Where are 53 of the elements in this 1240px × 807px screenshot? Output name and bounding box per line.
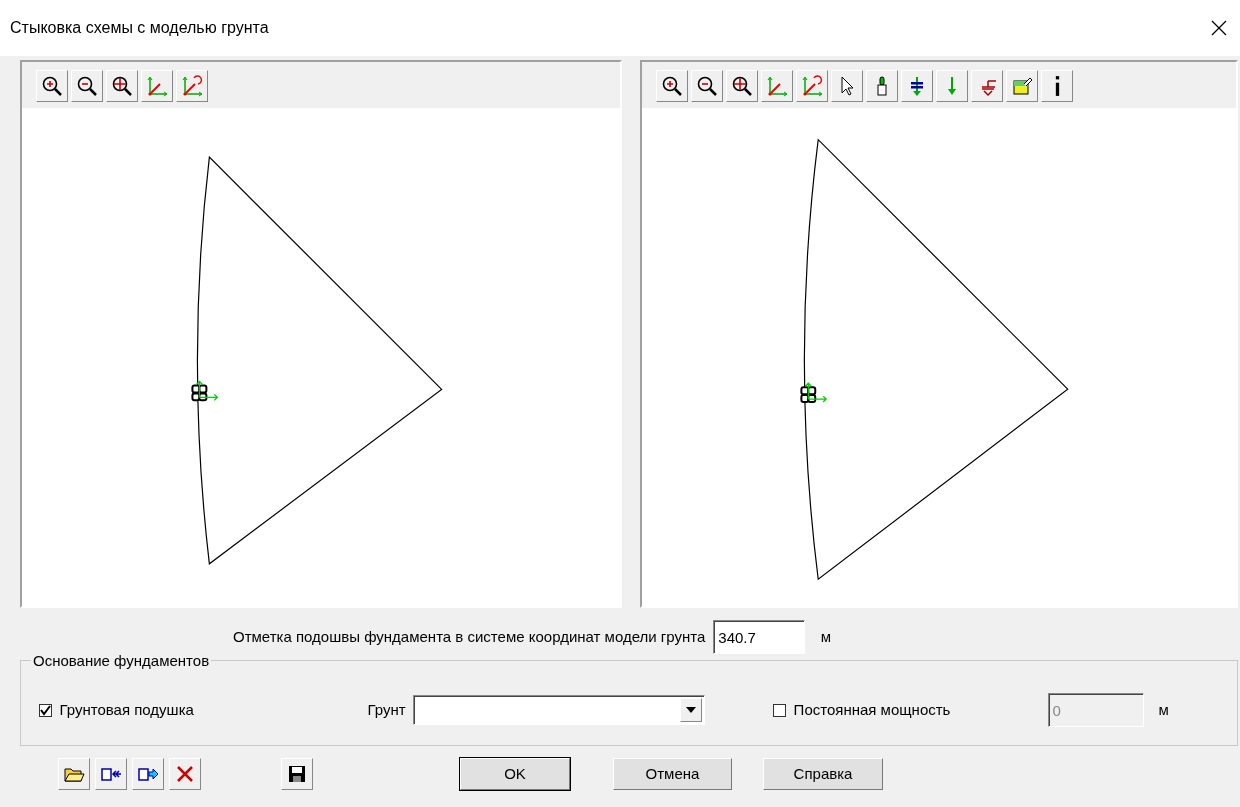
zoom-in-icon [661, 75, 683, 97]
zoom-in-button[interactable] [656, 70, 688, 102]
check-icon [40, 704, 51, 716]
axes-rotate-button[interactable] [176, 70, 208, 102]
axes-rotate-icon [801, 75, 823, 97]
dialog-button[interactable]: Справка [763, 758, 883, 790]
checkbox-label[interactable]: Грунтовая подушка [59, 698, 368, 722]
caret-icon [686, 707, 697, 713]
soil-layer-button[interactable] [1006, 70, 1038, 102]
dialog-button[interactable]: OK [460, 758, 570, 790]
unit-label: м [1158, 699, 1169, 720]
export-button[interactable] [132, 758, 164, 790]
zoom-fit-icon [731, 75, 753, 97]
soil-dropdown[interactable] [413, 695, 706, 725]
brush-button[interactable] [866, 70, 898, 102]
zoom-out-button[interactable] [71, 70, 103, 102]
zoom-in-button[interactable] [36, 70, 68, 102]
checkbox-label[interactable]: Постоянная мощность [793, 698, 1048, 722]
soil-layer-icon [1011, 75, 1033, 97]
zoom-fit-button[interactable] [106, 70, 138, 102]
zoom-fit-icon [111, 75, 133, 97]
node-marker-drawing [191, 380, 219, 402]
layers-arrow-button[interactable] [901, 70, 933, 102]
info-button[interactable] [1041, 70, 1073, 102]
node-marker-drawing [800, 382, 828, 404]
soil-label: Грунт [367, 699, 406, 720]
elevation-field[interactable]: 340.7 [713, 620, 806, 654]
save-button[interactable] [281, 758, 313, 790]
cursor-button[interactable] [831, 70, 863, 102]
checkbox[interactable] [39, 703, 52, 717]
checkbox[interactable] [773, 703, 787, 717]
import-button[interactable] [95, 758, 127, 790]
close-icon[interactable] [1210, 19, 1228, 37]
save-icon [286, 763, 308, 785]
delete-button[interactable] [169, 758, 201, 790]
dialog-button[interactable]: Отмена [613, 758, 732, 790]
folder-button[interactable] [58, 758, 90, 790]
window-title: Стыковка схемы с моделью грунта [10, 18, 269, 38]
axes-button[interactable] [761, 70, 793, 102]
zoom-out-icon [76, 75, 98, 97]
info-icon [1054, 75, 1060, 97]
zoom-in-icon [41, 75, 63, 97]
axes-button[interactable] [141, 70, 173, 102]
zoom-out-icon [696, 75, 718, 97]
elevation-label: Отметка подошвы фундамента в системе координат модели грунта [233, 626, 706, 647]
axes-icon [146, 75, 168, 97]
unit-label: м [820, 626, 832, 647]
zoom-fit-button[interactable] [726, 70, 758, 102]
axes-rotate-icon [181, 75, 203, 97]
zoom-out-button[interactable] [691, 70, 723, 102]
axes-rotate-button[interactable] [796, 70, 828, 102]
footing-button[interactable] [971, 70, 1003, 102]
axes-icon [766, 75, 788, 97]
